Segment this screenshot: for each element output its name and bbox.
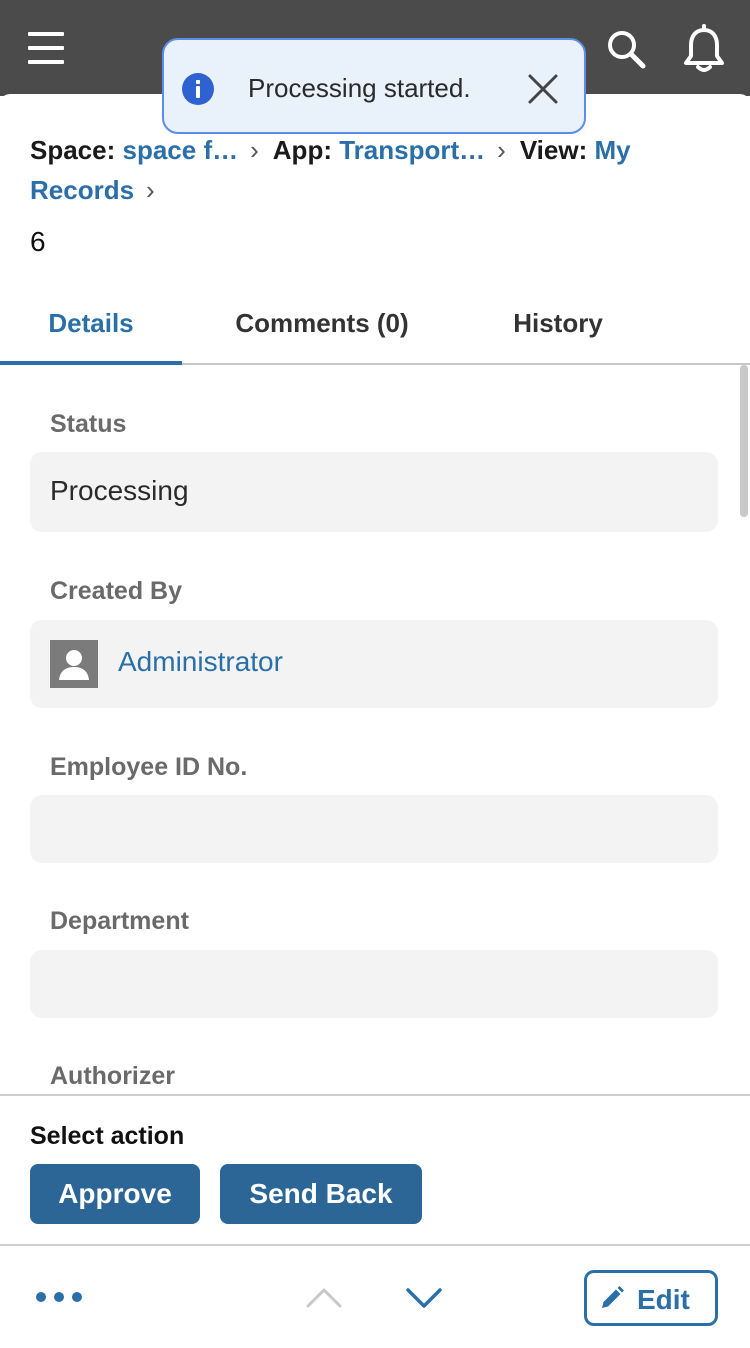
notifications-button[interactable] xyxy=(680,24,728,74)
chevron-right-icon: › xyxy=(250,135,259,165)
employee-id-label: Employee ID No. xyxy=(50,753,248,781)
hamburger-icon-line xyxy=(28,46,64,50)
chevron-up-icon[interactable] xyxy=(302,1280,346,1314)
bottom-toolbar: Edit xyxy=(0,1244,750,1348)
authorizer-label: Authorizer xyxy=(50,1062,175,1090)
pencil-icon xyxy=(602,1286,624,1308)
edit-button[interactable]: Edit xyxy=(584,1270,718,1326)
tab-history[interactable]: History xyxy=(470,295,646,365)
status-field: Processing xyxy=(30,452,718,532)
breadcrumb-app-label: App: xyxy=(272,135,332,165)
menu-button[interactable] xyxy=(26,30,66,70)
record-tabs: Details Comments (0) History xyxy=(0,295,750,365)
edit-button-label: Edit xyxy=(637,1284,690,1315)
breadcrumb-space-link[interactable]: space f… xyxy=(123,135,239,165)
tab-comments[interactable]: Comments (0) xyxy=(200,295,444,365)
chevron-down-icon[interactable] xyxy=(402,1280,446,1314)
info-icon xyxy=(182,73,214,105)
employee-id-field xyxy=(30,795,718,863)
close-icon[interactable] xyxy=(526,72,560,106)
approve-button[interactable]: Approve xyxy=(30,1164,200,1224)
breadcrumb-view-label: View: xyxy=(519,135,588,165)
more-icon-dot xyxy=(72,1292,82,1302)
action-panel-title: Select action xyxy=(30,1122,185,1150)
breadcrumb-space-label: Space: xyxy=(30,135,116,165)
department-label: Department xyxy=(50,907,189,935)
avatar xyxy=(50,640,98,688)
scrollbar[interactable] xyxy=(740,365,748,517)
chevron-right-icon: › xyxy=(146,175,155,205)
user-icon xyxy=(59,650,89,680)
toast-message: Processing started. xyxy=(248,73,471,103)
more-icon-dot xyxy=(54,1292,64,1302)
department-field xyxy=(30,950,718,1018)
breadcrumb-app-link[interactable]: Transport… xyxy=(339,135,485,165)
chevron-right-icon: › xyxy=(497,135,506,165)
created-by-label: Created By xyxy=(50,577,182,605)
bell-icon xyxy=(684,24,724,72)
send-back-button[interactable]: Send Back xyxy=(220,1164,422,1224)
tab-details[interactable]: Details xyxy=(0,295,182,365)
breadcrumb: Space: space f… › App: Transport… › View: My… xyxy=(30,130,720,210)
search-icon xyxy=(608,31,646,69)
hamburger-icon-line xyxy=(28,60,64,64)
search-button[interactable] xyxy=(602,26,650,74)
hamburger-icon-line xyxy=(28,32,64,36)
action-panel: Select action Approve Send Back xyxy=(0,1094,750,1244)
created-by-user-link[interactable]: Administrator xyxy=(118,646,283,678)
more-options-button[interactable] xyxy=(30,1282,90,1312)
record-number: 6 xyxy=(30,226,46,257)
created-by-field: Administrator xyxy=(30,620,718,708)
notification-toast: Processing started. xyxy=(162,38,586,134)
more-icon-dot xyxy=(36,1292,46,1302)
status-label: Status xyxy=(50,410,127,438)
status-value: Processing xyxy=(50,475,189,506)
